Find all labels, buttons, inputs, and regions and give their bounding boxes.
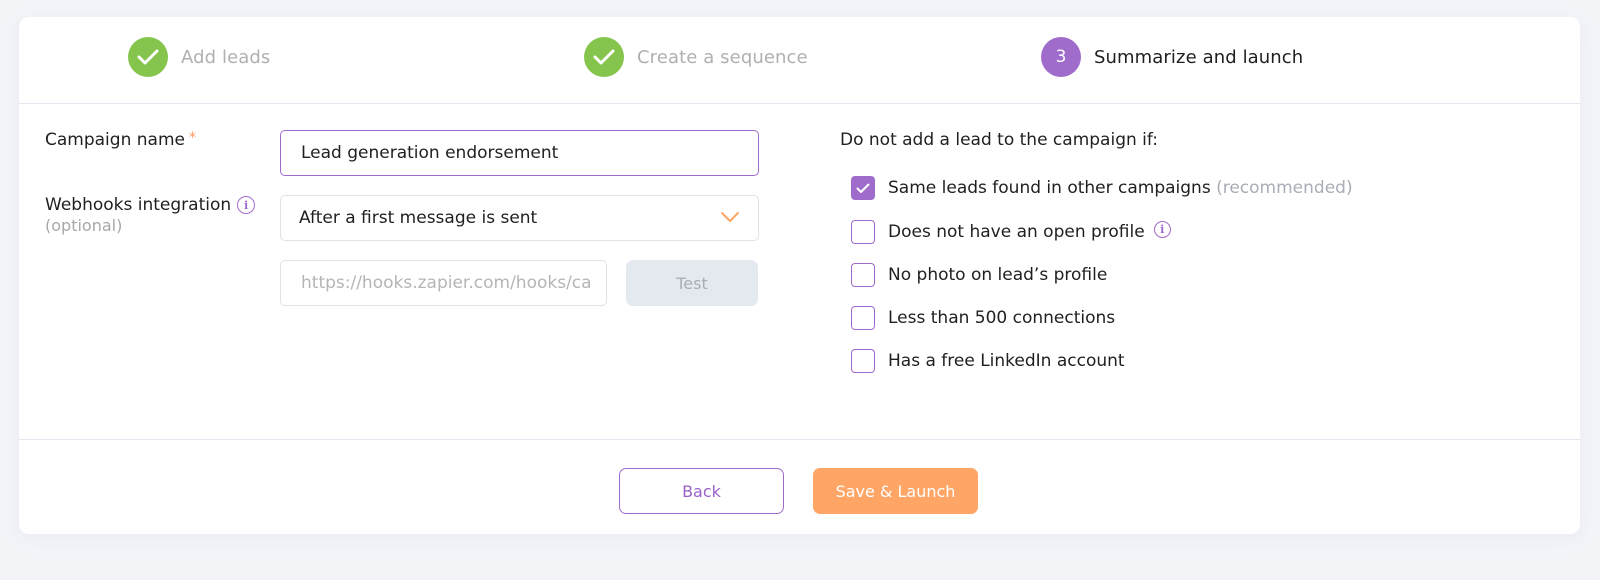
checkbox[interactable] <box>851 306 875 330</box>
rule-connections[interactable]: Less than 500 connections <box>851 306 1115 330</box>
rule-label: Less than 500 connections <box>888 308 1116 328</box>
check-icon <box>584 37 624 77</box>
rule-label: Same leads found in other campaigns (rec… <box>888 178 1353 198</box>
optional-text: (optional) <box>45 216 123 235</box>
campaign-name-input[interactable] <box>280 130 759 176</box>
chevron-down-icon <box>720 208 740 228</box>
required-marker: * <box>188 130 196 146</box>
rule-open-profile[interactable]: Does not have an open profile i <box>851 220 1171 244</box>
exclusion-rules-title: Do not add a lead to the campaign if: <box>840 130 1158 150</box>
checkbox-checked[interactable] <box>851 176 875 200</box>
checkbox[interactable] <box>851 220 875 244</box>
info-icon[interactable]: i <box>1153 220 1171 238</box>
step-number: 3 <box>1041 37 1081 77</box>
stepper: Add leads Create a sequence 3 Summarize … <box>19 17 1580 104</box>
campaign-name-label: Campaign name * <box>45 130 196 150</box>
rule-label-text: Same leads found in other campaigns <box>888 178 1211 198</box>
campaign-name-label-text: Campaign name <box>45 130 185 150</box>
webhooks-label-text: Webhooks integration <box>45 195 232 215</box>
webhook-url-placeholder: https://hooks.zapier.com/hooks/ca <box>301 273 592 293</box>
back-button[interactable]: Back <box>619 468 784 514</box>
rule-label: Has a free LinkedIn account <box>888 351 1125 371</box>
rule-no-photo[interactable]: No photo on lead’s profile <box>851 263 1107 287</box>
rule-free-account[interactable]: Has a free LinkedIn account <box>851 349 1125 373</box>
webhooks-label: Webhooks integration i (optional) <box>45 195 256 235</box>
step-label: Create a sequence <box>637 46 808 68</box>
campaign-launch-card: Add leads Create a sequence 3 Summarize … <box>19 17 1580 534</box>
check-icon <box>128 37 168 77</box>
rule-label: No photo on lead’s profile <box>888 265 1108 285</box>
footer-divider <box>19 439 1580 440</box>
step-summarize-launch[interactable]: 3 Summarize and launch <box>1041 37 1303 77</box>
checkbox[interactable] <box>851 263 875 287</box>
webhooks-trigger-select[interactable]: After a first message is sent <box>280 195 759 241</box>
recommended-note: (recommended) <box>1216 178 1353 198</box>
rule-label: Does not have an open profile <box>888 222 1145 242</box>
checkbox[interactable] <box>851 349 875 373</box>
step-label: Add leads <box>181 46 271 68</box>
step-label: Summarize and launch <box>1094 46 1304 68</box>
save-launch-button[interactable]: Save & Launch <box>813 468 978 514</box>
step-add-leads[interactable]: Add leads <box>128 37 270 77</box>
selected-option: After a first message is sent <box>299 208 538 228</box>
webhook-url-input[interactable]: https://hooks.zapier.com/hooks/ca <box>280 260 607 306</box>
step-create-sequence[interactable]: Create a sequence <box>584 37 808 77</box>
test-webhook-button[interactable]: Test <box>626 260 758 306</box>
rule-same-leads[interactable]: Same leads found in other campaigns (rec… <box>851 176 1353 200</box>
info-icon[interactable]: i <box>237 196 256 214</box>
